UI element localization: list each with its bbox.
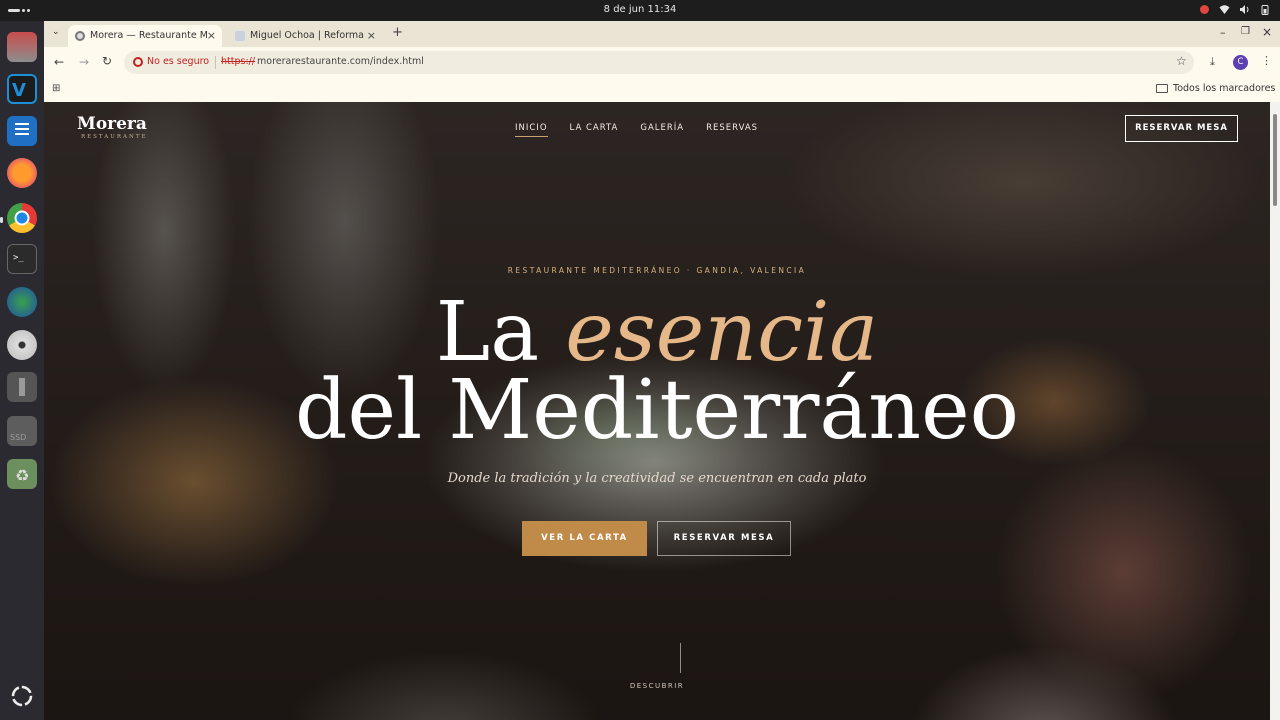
header-reserve-button[interactable]: RESERVAR MESA	[1125, 115, 1238, 142]
nav-reservas[interactable]: RESERVAS	[706, 123, 758, 137]
apps-grid-icon[interactable]: ⊞	[52, 83, 60, 94]
terminal-app-icon[interactable]: >_	[7, 244, 37, 274]
download-icon[interactable]: ⤓	[1210, 55, 1215, 69]
logo-subtitle: RESTAURANTE	[81, 134, 148, 140]
writer-app-icon[interactable]	[7, 116, 37, 146]
scroll-indicator-line	[680, 643, 681, 673]
address-bar[interactable]: No es seguro https:// morerarestaurante.…	[124, 51, 1194, 74]
hero-headline: La esencia del Mediterráneo	[44, 292, 1270, 452]
reload-icon[interactable]: ↻	[102, 54, 112, 68]
clock[interactable]: 8 de jun 11:34	[0, 4, 1280, 15]
back-arrow-icon[interactable]: ←	[54, 55, 64, 69]
wifi-icon	[1219, 4, 1230, 15]
active-app-indicator	[0, 217, 3, 223]
scrollbar-thumb[interactable]	[1273, 114, 1277, 206]
battery-icon	[1259, 4, 1270, 15]
close-tab-icon[interactable]: ×	[207, 29, 216, 42]
nav-la-carta[interactable]: LA CARTA	[570, 123, 619, 137]
close-tab-icon[interactable]: ×	[367, 29, 376, 42]
firefox-app-icon[interactable]	[7, 158, 37, 188]
bookmarks-bar: ⊞ Todos los marcadores	[44, 78, 1280, 102]
usb-drive-icon[interactable]	[7, 372, 37, 402]
not-secure-icon	[133, 57, 143, 67]
view-menu-button[interactable]: VER LA CARTA	[522, 521, 647, 556]
url-text: morerarestaurante.com/index.html	[257, 56, 424, 67]
files-app-icon[interactable]	[7, 32, 37, 62]
svg-text:>_: >_	[13, 253, 24, 263]
browser-toolbar: ← → ↻ No es seguro https:// morerarestau…	[44, 47, 1280, 78]
hero-lead: Donde la tradición y la creatividad se e…	[447, 471, 867, 486]
close-window-icon[interactable]: ×	[1262, 25, 1272, 39]
dock: V >_ SSD ♻	[0, 21, 44, 720]
drive-app-icon[interactable]: SSD	[7, 416, 37, 446]
all-bookmarks-link[interactable]: Todos los marcadores	[1173, 83, 1275, 94]
url-scheme: https://	[221, 56, 256, 67]
system-tray[interactable]	[1199, 4, 1270, 15]
forward-arrow-icon[interactable]: →	[79, 55, 89, 69]
globe-favicon-icon	[75, 31, 85, 41]
nav-galeria[interactable]: GALERÍA	[640, 123, 684, 137]
os-top-bar: 8 de jun 11:34	[0, 0, 1280, 21]
page-favicon-icon	[235, 31, 245, 41]
svg-text:SSD: SSD	[10, 433, 26, 442]
more-menu-icon[interactable]: ⋮	[1261, 54, 1272, 67]
hero-section: Morera RESTAURANTE INICIO LA CARTA GALER…	[44, 102, 1270, 720]
page-scrollbar[interactable]	[1270, 102, 1280, 720]
tab-strip: ⌄ Morera — Restaurante M × Miguel Ochoa …	[44, 21, 1280, 47]
hero-eyebrow: RESTAURANTE MEDITERRÁNEO · GANDIA, VALEN…	[507, 266, 807, 275]
site-logo[interactable]: Morera RESTAURANTE	[77, 114, 148, 140]
recording-indicator-icon	[1199, 4, 1210, 15]
security-label[interactable]: No es seguro	[147, 56, 209, 67]
discover-link[interactable]: DESCUBRIR	[44, 682, 1270, 690]
profile-avatar[interactable]: C	[1233, 55, 1248, 70]
volume-icon	[1239, 4, 1250, 15]
reserve-table-button[interactable]: RESERVAR MESA	[657, 521, 791, 556]
tab-title: Miguel Ochoa | Reforma	[250, 30, 364, 41]
new-tab-button[interactable]: +	[392, 25, 403, 40]
bookmark-star-icon[interactable]: ☆	[1176, 54, 1187, 68]
globe-app-icon[interactable]	[7, 287, 37, 317]
nav-inicio[interactable]: INICIO	[515, 123, 548, 137]
tab-morera[interactable]: Morera — Restaurante M ×	[68, 25, 222, 47]
show-apps-icon[interactable]	[7, 681, 37, 711]
folder-icon	[1156, 84, 1168, 93]
chrome-app-icon[interactable]	[7, 203, 37, 233]
svg-text:♻: ♻	[15, 466, 29, 485]
vscode-app-icon[interactable]: V	[7, 74, 37, 104]
svg-text:V: V	[12, 80, 26, 101]
tab-title: Morera — Restaurante M	[90, 30, 208, 41]
tab-list-chevron-icon[interactable]: ⌄	[52, 27, 60, 37]
logo-name: Morera	[77, 114, 147, 134]
disc-app-icon[interactable]	[7, 330, 37, 360]
maximize-window-icon[interactable]: ❐	[1241, 26, 1250, 37]
main-nav: INICIO LA CARTA GALERÍA RESERVAS	[515, 123, 758, 137]
trash-app-icon[interactable]: ♻	[7, 459, 37, 489]
omnibox-divider	[215, 56, 216, 69]
minimize-window-icon[interactable]: –	[1220, 26, 1226, 39]
tab-miguel-ochoa[interactable]: Miguel Ochoa | Reforma ×	[228, 25, 382, 47]
headline-part-2: del Mediterráneo	[295, 363, 1019, 458]
